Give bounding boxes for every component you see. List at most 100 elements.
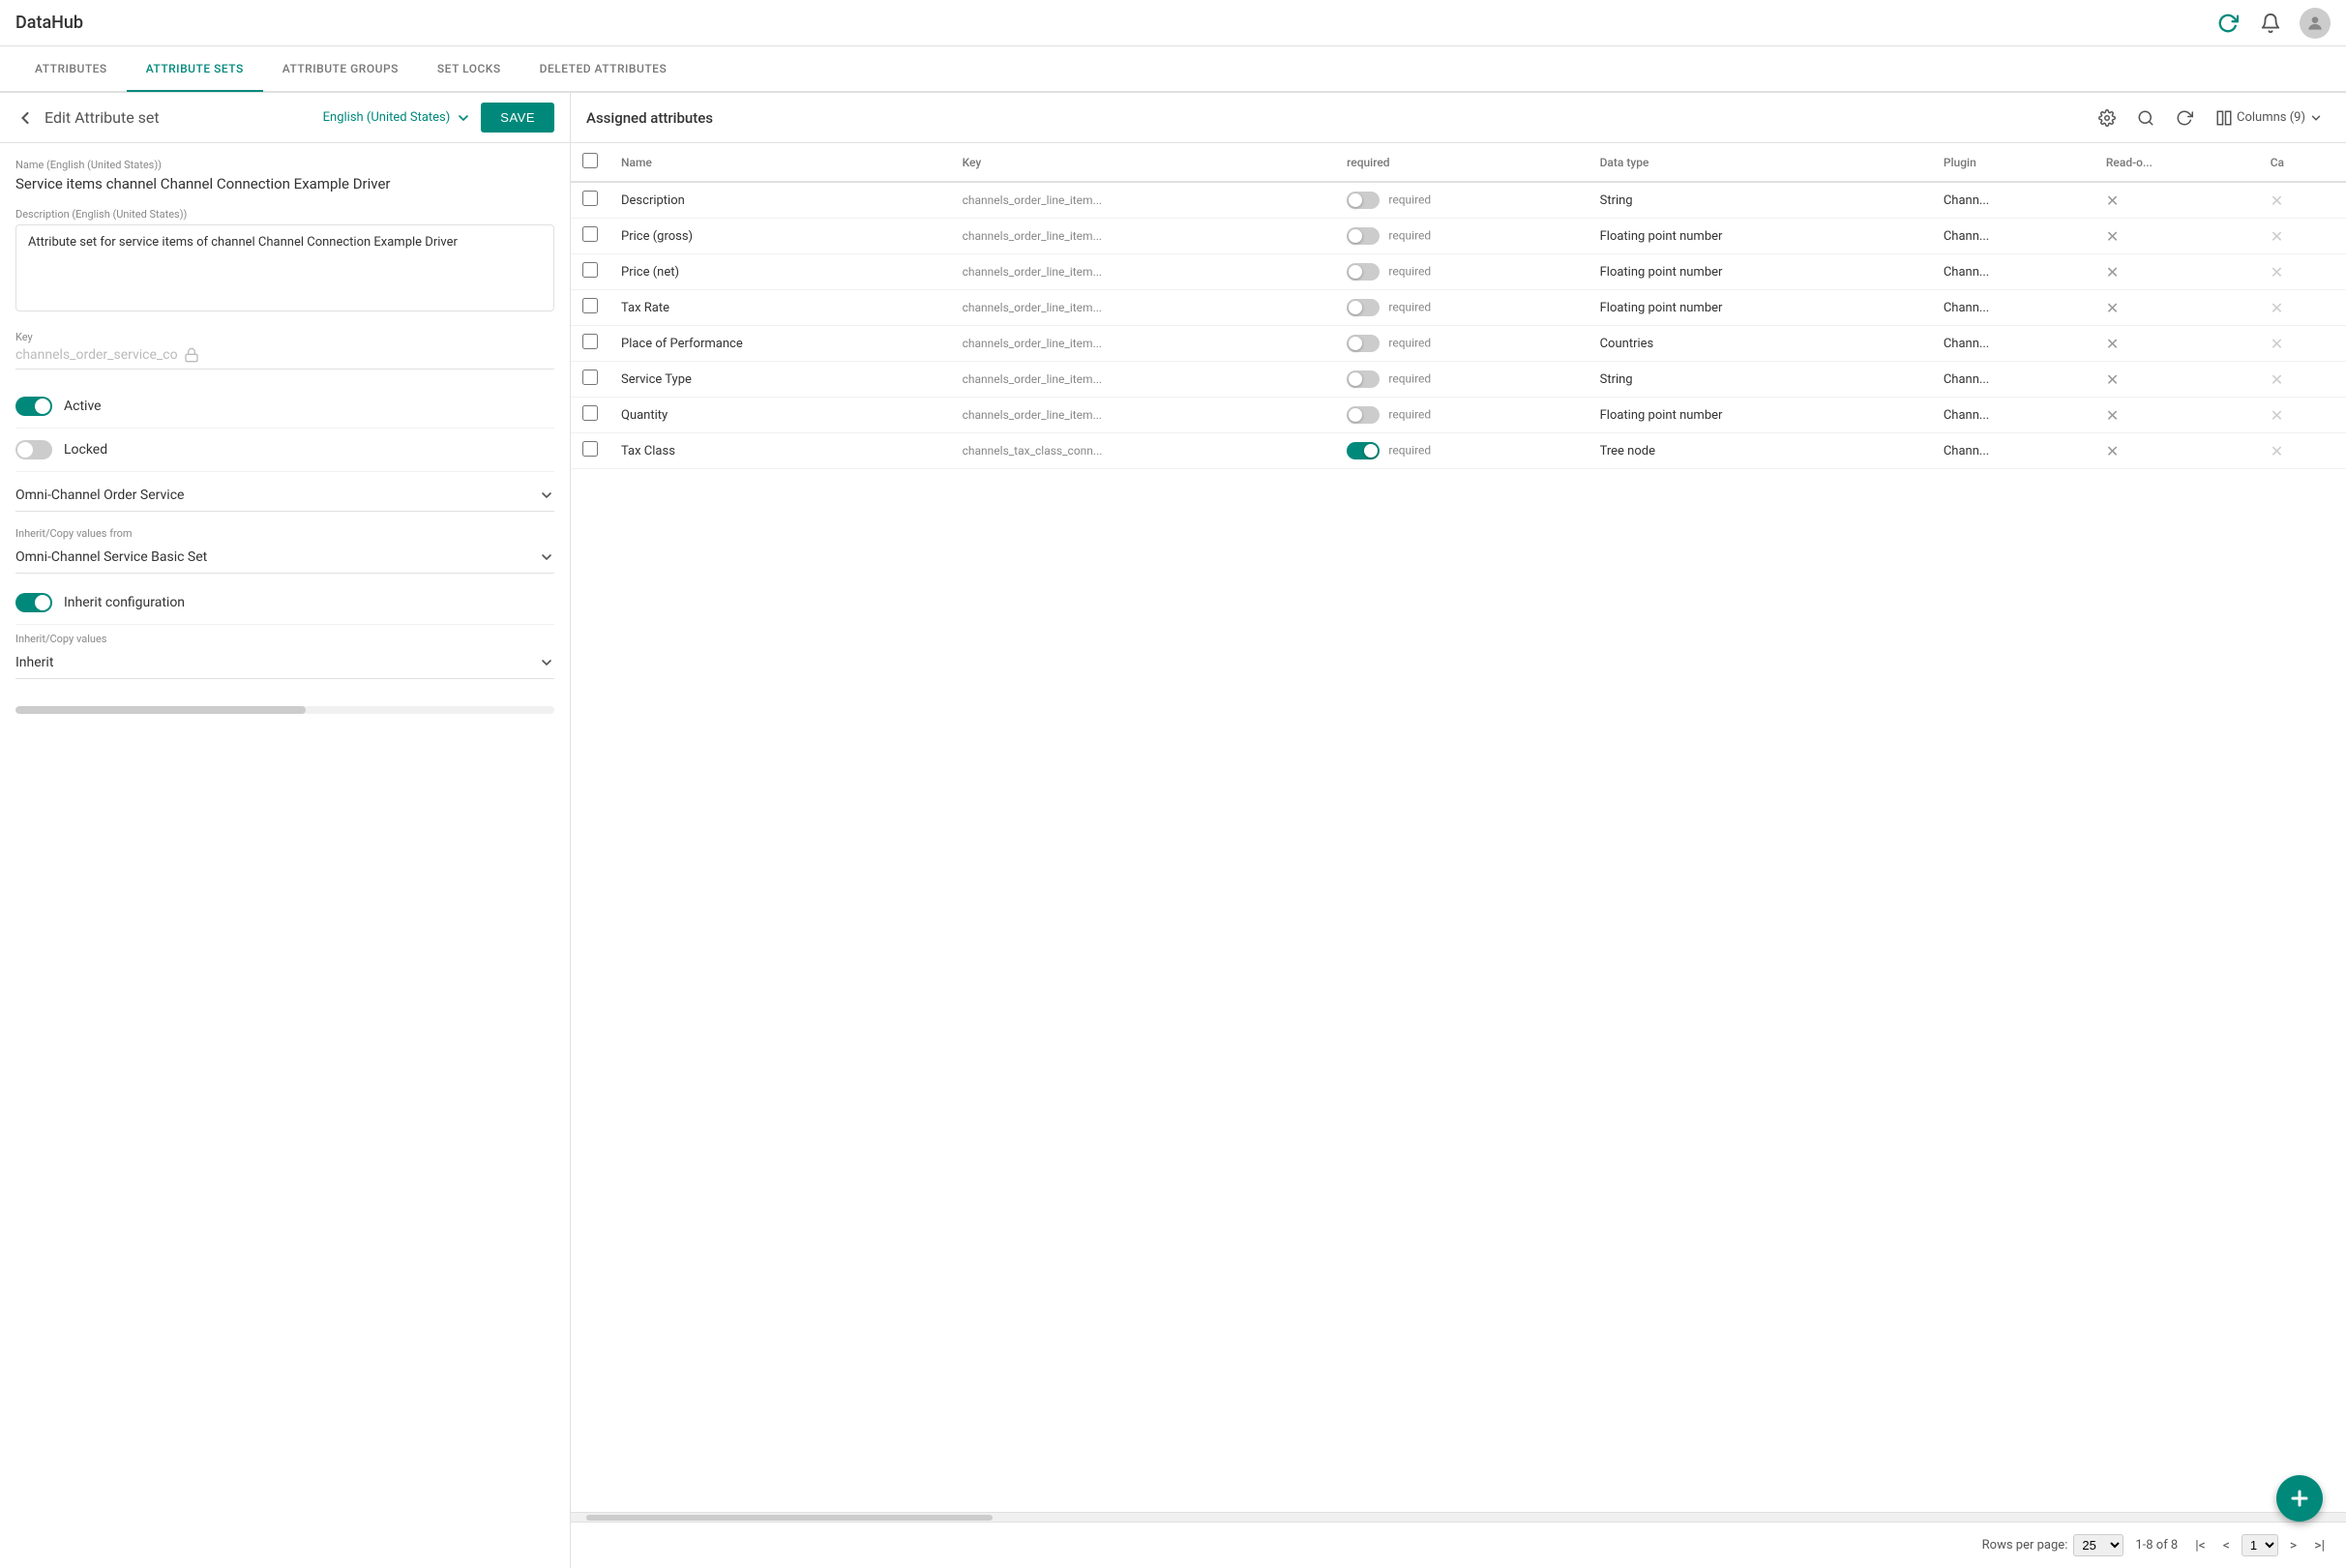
key-field-group: Key channels_order_service_co (15, 331, 554, 370)
row-key-3: channels_order_line_item... (951, 290, 1336, 326)
language-selector[interactable]: English (United States) (323, 110, 472, 126)
ca-remove-4[interactable]: ✕ (2271, 335, 2283, 353)
row-checkbox-7[interactable] (582, 441, 598, 457)
panel-body: Name (English (United States)) Service i… (0, 143, 570, 1568)
inherit-copy-dropdown[interactable]: Omni-Channel Service Basic Set (15, 542, 554, 574)
row-key-1: channels_order_line_item... (951, 219, 1336, 254)
channel-dropdown-value[interactable]: Omni-Channel Order Service (15, 480, 554, 512)
assigned-attributes-title: Assigned attributes (586, 109, 2084, 127)
table-row: Quantity channels_order_line_item... req… (571, 398, 2346, 433)
last-page-btn[interactable]: >| (2308, 1536, 2331, 1555)
tab-attributes[interactable]: ATTRIBUTES (15, 47, 127, 92)
columns-button[interactable]: Columns (9) (2208, 105, 2331, 131)
columns-label: Columns (9) (2237, 110, 2305, 125)
row-checkbox-5[interactable] (582, 370, 598, 385)
bell-icon[interactable] (2257, 10, 2284, 37)
topbar: DataHub (0, 0, 2346, 46)
row-plugin-1: Chann... (1932, 219, 2094, 254)
row-checkbox-2[interactable] (582, 262, 598, 278)
readonly-remove-0[interactable]: ✕ (2106, 192, 2119, 210)
readonly-remove-3[interactable]: ✕ (2106, 299, 2119, 317)
attributes-table-container: Name Key required Data type Plugin Read-… (571, 143, 2346, 1512)
required-toggle-7[interactable] (1347, 442, 1380, 459)
key-value: channels_order_service_co (15, 347, 554, 370)
inherit-values-label: Inherit/Copy values (15, 633, 554, 645)
ca-remove-1[interactable]: ✕ (2271, 227, 2283, 246)
description-textarea[interactable]: Attribute set for service items of chann… (15, 224, 554, 311)
first-page-btn[interactable]: |< (2189, 1536, 2212, 1555)
inherit-values-group: Inherit/Copy values Inherit (15, 633, 554, 679)
user-avatar[interactable] (2300, 8, 2331, 39)
row-datatype-0: String (1589, 182, 1932, 219)
tab-attribute-sets[interactable]: ATTRIBUTE SETS (127, 47, 263, 92)
required-toggle-5[interactable] (1347, 370, 1380, 388)
reload-button[interactable] (2169, 103, 2200, 133)
locked-label: Locked (64, 442, 107, 458)
required-toggle-6[interactable] (1347, 406, 1380, 424)
required-toggle-0[interactable] (1347, 192, 1380, 209)
readonly-remove-5[interactable]: ✕ (2106, 370, 2119, 389)
row-checkbox-6[interactable] (582, 405, 598, 421)
page-number-select[interactable]: 1 (2242, 1534, 2278, 1556)
locked-toggle[interactable] (15, 440, 52, 459)
row-checkbox-1[interactable] (582, 226, 598, 242)
key-label: Key (15, 331, 554, 343)
key-text: channels_order_service_co (15, 347, 178, 363)
pagination-total: 1-8 of 8 (2135, 1538, 2178, 1553)
pagination-controls: |< < 1 > >| (2189, 1534, 2331, 1556)
tab-deleted-attributes[interactable]: DELETED ATTRIBUTES (520, 47, 687, 92)
next-page-btn[interactable]: > (2284, 1536, 2302, 1555)
save-button[interactable]: SAVE (481, 103, 554, 133)
row-datatype-1: Floating point number (1589, 219, 1932, 254)
row-checkbox-3[interactable] (582, 298, 598, 313)
horizontal-scroll-bottom[interactable] (571, 1512, 2346, 1522)
search-button[interactable] (2130, 103, 2161, 133)
required-toggle-3[interactable] (1347, 299, 1380, 316)
required-toggle-2[interactable] (1347, 263, 1380, 281)
main-layout: Edit Attribute set English (United State… (0, 93, 2346, 1568)
ca-remove-6[interactable]: ✕ (2271, 406, 2283, 425)
row-key-0: channels_order_line_item... (951, 182, 1336, 219)
row-datatype-4: Countries (1589, 326, 1932, 362)
readonly-remove-2[interactable]: ✕ (2106, 263, 2119, 281)
row-key-4: channels_order_line_item... (951, 326, 1336, 362)
row-required-6: required (1335, 398, 1588, 433)
required-toggle-1[interactable] (1347, 227, 1380, 245)
row-datatype-7: Tree node (1589, 433, 1932, 469)
ca-remove-0[interactable]: ✕ (2271, 192, 2283, 210)
tab-set-locks[interactable]: SET LOCKS (418, 47, 520, 92)
ca-remove-2[interactable]: ✕ (2271, 263, 2283, 281)
row-required-1: required (1335, 219, 1588, 254)
gear-button[interactable] (2092, 103, 2123, 133)
active-label: Active (64, 399, 102, 414)
add-fab-button[interactable] (2276, 1475, 2323, 1522)
row-checkbox-0[interactable] (582, 191, 598, 206)
row-checkbox-4[interactable] (582, 334, 598, 349)
row-ca-3: ✕ (2259, 290, 2346, 326)
ca-remove-3[interactable]: ✕ (2271, 299, 2283, 317)
horizontal-scrollbar[interactable] (15, 706, 554, 714)
panel-header: Edit Attribute set English (United State… (0, 93, 570, 143)
readonly-remove-4[interactable]: ✕ (2106, 335, 2119, 353)
readonly-remove-1[interactable]: ✕ (2106, 227, 2119, 246)
attributes-table: Name Key required Data type Plugin Read-… (571, 143, 2346, 469)
refresh-icon[interactable] (2214, 10, 2242, 37)
row-plugin-5: Chann... (1932, 362, 2094, 398)
readonly-remove-7[interactable]: ✕ (2106, 442, 2119, 460)
select-all-checkbox[interactable] (582, 153, 598, 168)
readonly-remove-6[interactable]: ✕ (2106, 406, 2119, 425)
description-label: Description (English (United States)) (15, 208, 554, 221)
required-toggle-4[interactable] (1347, 335, 1380, 352)
row-readonly-6: ✕ (2094, 398, 2259, 433)
inherit-values-dropdown[interactable]: Inherit (15, 647, 554, 679)
tab-attribute-groups[interactable]: ATTRIBUTE GROUPS (263, 47, 418, 92)
prev-page-btn[interactable]: < (2217, 1536, 2236, 1555)
back-button[interactable] (15, 108, 35, 128)
row-name-2: Price (net) (609, 254, 951, 290)
ca-remove-7[interactable]: ✕ (2271, 442, 2283, 460)
rows-per-page-select[interactable]: 25 50 100 (2073, 1534, 2123, 1556)
ca-remove-5[interactable]: ✕ (2271, 370, 2283, 389)
inherit-config-toggle[interactable] (15, 593, 52, 612)
table-row: Service Type channels_order_line_item...… (571, 362, 2346, 398)
active-toggle[interactable] (15, 397, 52, 416)
